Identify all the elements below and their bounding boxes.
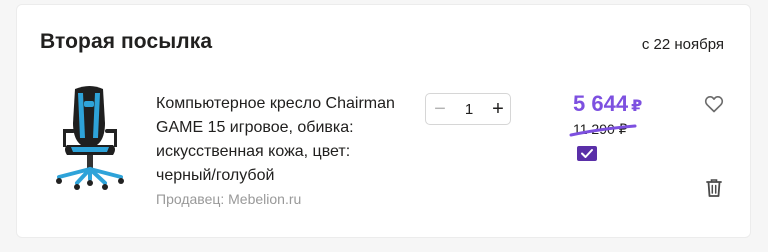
shipment-title: Вторая посылка [40, 30, 213, 53]
trash-icon [706, 179, 722, 197]
increase-quantity-button[interactable]: + [484, 94, 512, 124]
favorite-button[interactable] [703, 93, 725, 115]
seller-label: Продавец: Mebelion.ru [156, 191, 302, 207]
quantity-value[interactable]: 1 [454, 94, 484, 124]
shipment-card: Вторая посылка с 22 ноября Компьютерное … [16, 4, 751, 238]
card-check-icon [576, 145, 598, 162]
office-chair-image [56, 86, 124, 190]
quantity-stepper: − 1 + [425, 93, 511, 125]
heart-icon [704, 95, 724, 113]
current-price: 5 644 ₽ [573, 91, 642, 117]
old-price: 11 290 ₽ [569, 121, 637, 138]
delivery-date: с 22 ноября [641, 36, 724, 53]
current-price-currency: ₽ [631, 98, 643, 115]
product-name-link[interactable]: Компьютерное кресло Chairman GAME 15 игр… [156, 92, 411, 188]
delete-button[interactable] [704, 177, 724, 199]
product-image[interactable] [45, 83, 135, 193]
current-price-value: 5 644 [573, 91, 629, 116]
decrease-quantity-button[interactable]: − [426, 94, 454, 124]
strikethrough-line [569, 124, 637, 137]
